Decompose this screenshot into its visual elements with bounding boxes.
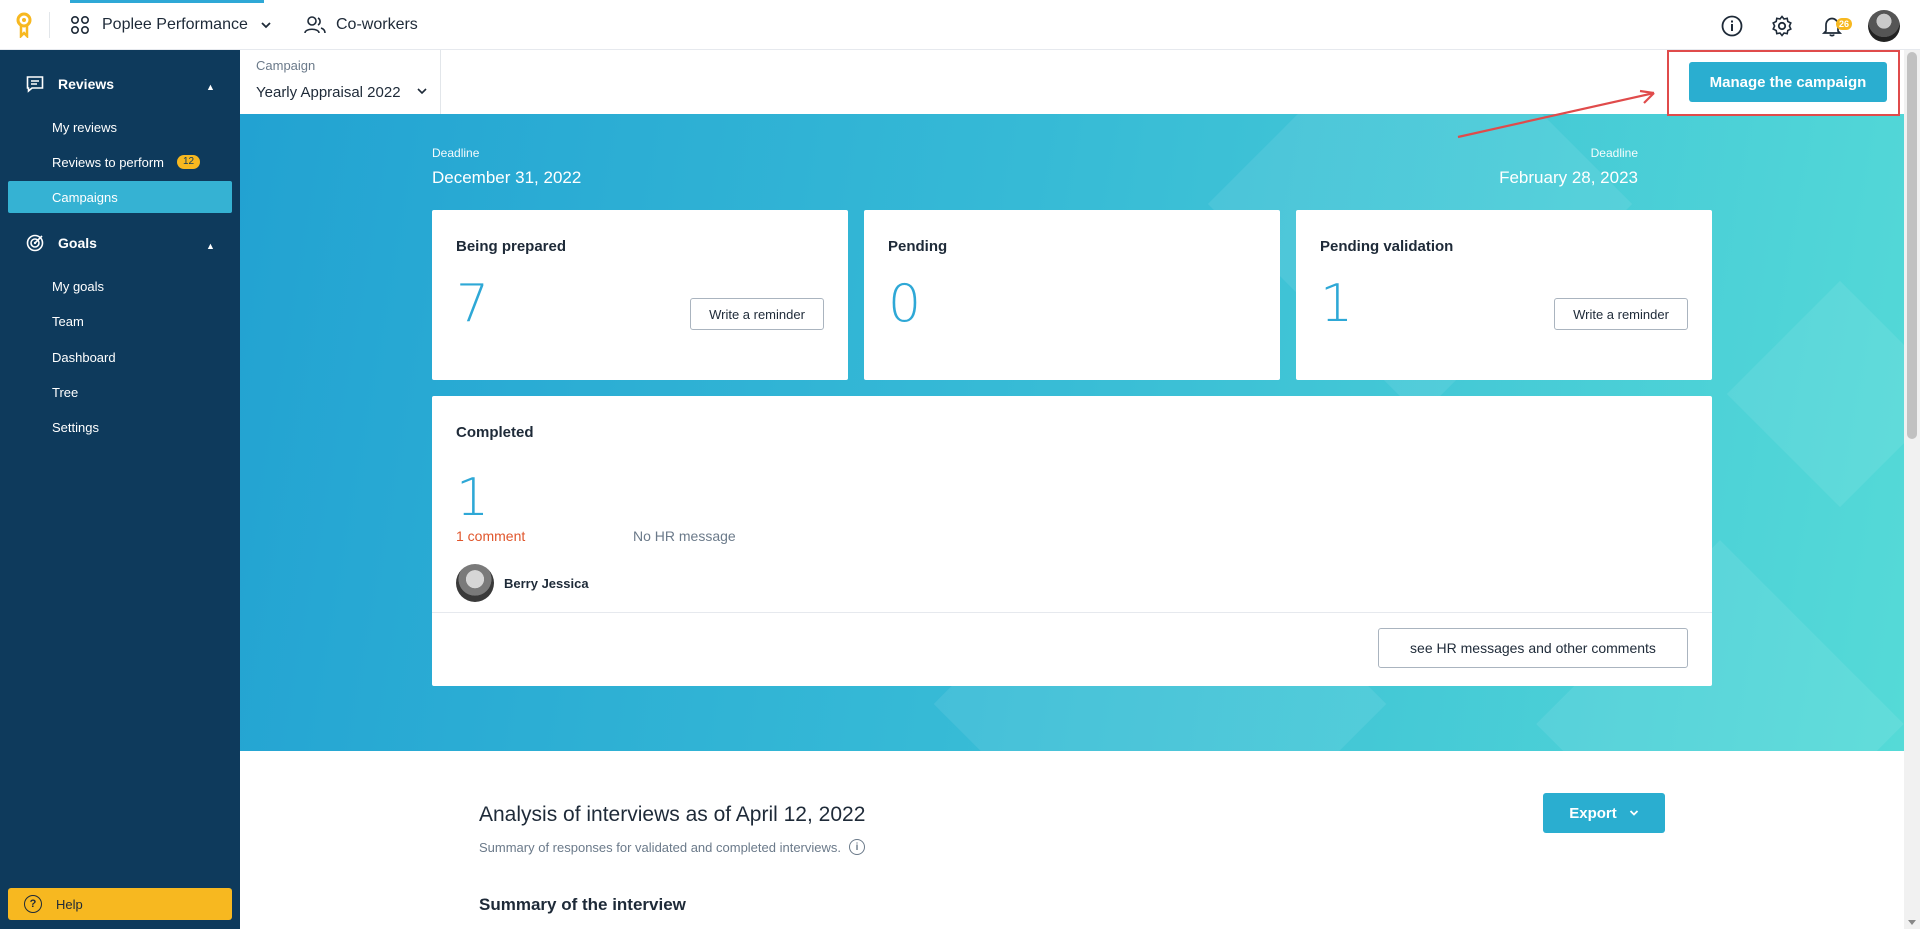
user-avatar[interactable] — [1868, 10, 1900, 42]
campaign-label: Campaign — [256, 58, 316, 73]
sidebar-item-tree[interactable]: Tree — [8, 376, 232, 408]
info-icon — [1721, 15, 1743, 37]
analysis-title: Analysis of interviews as of April 12, 2… — [479, 803, 866, 826]
export-button[interactable]: Export — [1543, 793, 1665, 833]
info-icon[interactable]: i — [849, 839, 866, 855]
sidebar-item-label: Campaigns — [52, 189, 118, 205]
summary-title: Summary of the interview — [479, 895, 686, 914]
analysis-subtitle-text: Summary of responses for validated and c… — [479, 839, 842, 855]
sidebar-item-campaigns[interactable]: Campaigns — [8, 181, 232, 213]
sidebar-item-label: Settings — [52, 419, 99, 435]
help-icon: ? — [24, 895, 42, 913]
sidebar-item-label: Reviews to perform — [52, 154, 164, 170]
collapse-caret-icon: ▲ — [206, 82, 215, 92]
sidebar-item-my-goals[interactable]: My goals — [8, 270, 232, 302]
coworkers-link[interactable]: Co-workers — [304, 12, 418, 38]
write-reminder-button[interactable]: Write a reminder — [1554, 298, 1688, 330]
deadline-date: February 28, 2023 — [1499, 168, 1638, 187]
sidebar-item-settings[interactable]: Settings — [8, 411, 232, 443]
avatar — [456, 564, 494, 602]
deadline-left: Deadline December 31, 2022 — [432, 146, 581, 188]
chat-icon — [26, 76, 44, 93]
sidebar-item-label: Dashboard — [52, 349, 116, 365]
scroll-down-arrow-icon[interactable] — [1908, 920, 1916, 925]
help-button[interactable]: ? Help — [8, 888, 232, 920]
count-badge: 12 — [176, 155, 201, 169]
person-name: Berry Jessica — [504, 575, 589, 591]
card-title: Being prepared — [456, 238, 567, 255]
deadline-label: Deadline — [432, 146, 480, 160]
deadline-date: December 31, 2022 — [432, 168, 582, 187]
topbar-divider — [49, 12, 50, 38]
card-count: 7 — [456, 274, 490, 334]
completed-person[interactable]: Berry Jessica — [456, 564, 589, 602]
deadline-right: Deadline February 28, 2023 — [1499, 146, 1638, 188]
scrollbar-thumb[interactable] — [1907, 52, 1917, 439]
settings-button[interactable] — [1768, 12, 1796, 40]
app-name: Poplee Performance — [102, 16, 248, 33]
card-pending: Pending 0 — [864, 210, 1280, 380]
reviews-section-title: Reviews — [58, 76, 115, 92]
campaign-overview: Deadline December 31, 2022 Deadline Febr… — [240, 114, 1904, 751]
card-count: 1 — [1320, 274, 1354, 334]
coworkers-label: Co-workers — [336, 16, 418, 33]
comment-link[interactable]: 1 comment — [456, 528, 525, 544]
card-count: 1 — [456, 468, 490, 528]
sidebar-section-reviews[interactable]: Reviews ▲ — [0, 66, 240, 102]
sidebar-section-goals[interactable]: Goals ▲ — [0, 225, 240, 261]
card-completed: Completed 1 1 comment No HR message Berr… — [432, 396, 1712, 686]
card-being-prepared: Being prepared 7 Write a reminder — [432, 210, 848, 380]
sidebar-item-my-reviews[interactable]: My reviews — [8, 111, 232, 143]
manage-campaign-button[interactable]: Manage the campaign — [1689, 62, 1887, 102]
logo-icon[interactable] — [12, 12, 36, 38]
export-label: Export — [1569, 804, 1617, 822]
card-pending-validation: Pending validation 1 Write a reminder — [1296, 210, 1712, 380]
analysis-section: Analysis of interviews as of April 12, 2… — [240, 751, 1904, 929]
deadline-label: Deadline — [1590, 146, 1638, 160]
apps-grid-icon — [70, 15, 90, 35]
notifications-button[interactable]: 26 — [1818, 12, 1852, 40]
scrollbar[interactable] — [1904, 50, 1920, 929]
sidebar-item-dashboard[interactable]: Dashboard — [8, 341, 232, 373]
hr-message-status: No HR message — [633, 528, 736, 544]
gear-icon — [1772, 15, 1792, 37]
analysis-subtitle: Summary of responses for validated and c… — [479, 839, 866, 855]
divider — [432, 612, 1712, 613]
chevron-down-icon — [261, 22, 271, 29]
campaign-select[interactable]: Campaign Yearly Appraisal 2022 — [240, 50, 441, 114]
app-switcher[interactable]: Poplee Performance — [70, 12, 272, 38]
collapse-caret-icon: ▲ — [206, 241, 215, 251]
help-label: Help — [56, 896, 83, 912]
decorative-shape — [1726, 280, 1904, 508]
target-icon — [26, 234, 44, 252]
sidebar: Reviews ▲ My reviews Reviews to perform … — [0, 50, 240, 929]
coworkers-icon — [304, 16, 326, 34]
annotation-arrow-icon — [1457, 89, 1655, 139]
card-title: Pending validation — [1320, 238, 1454, 255]
chevron-down-icon — [417, 88, 427, 95]
sidebar-item-label: My reviews — [52, 119, 118, 135]
sidebar-item-label: Team — [52, 313, 84, 329]
campaign-value: Yearly Appraisal 2022 — [256, 84, 401, 101]
sidebar-item-team[interactable]: Team — [8, 305, 232, 337]
card-title: Completed — [456, 424, 534, 441]
card-title: Pending — [888, 238, 948, 255]
see-hr-messages-button[interactable]: see HR messages and other comments — [1378, 628, 1688, 668]
sidebar-item-label: My goals — [52, 278, 105, 294]
topbar-actions: 26 — [1718, 10, 1900, 42]
chevron-down-icon — [1629, 810, 1638, 816]
goals-section-title: Goals — [58, 235, 97, 251]
notification-count-badge: 26 — [1835, 18, 1852, 30]
sidebar-item-label: Tree — [52, 384, 79, 400]
card-count: 0 — [888, 274, 922, 334]
write-reminder-button[interactable]: Write a reminder — [690, 298, 824, 330]
sidebar-item-reviews-to-perform[interactable]: Reviews to perform 12 — [8, 146, 232, 178]
info-button[interactable] — [1718, 12, 1746, 40]
top-bar: Poplee Performance Co-workers 26 — [0, 0, 1920, 50]
active-app-indicator — [70, 0, 264, 3]
